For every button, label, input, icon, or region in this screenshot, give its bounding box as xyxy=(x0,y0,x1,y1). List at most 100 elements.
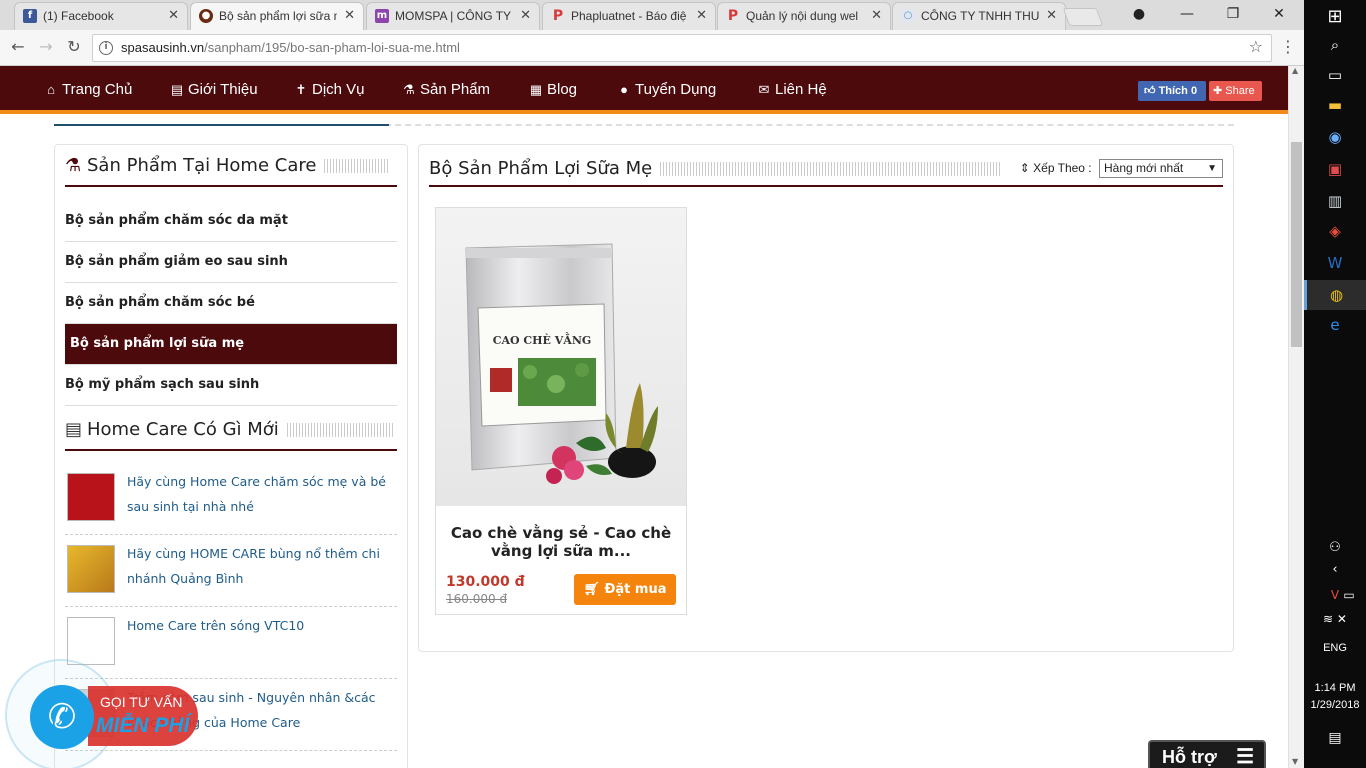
nav-home[interactable]: ⌂ Trang Chủ xyxy=(44,66,132,114)
product-card[interactable]: CAO CHÈ VẰNG Cao chè vằng sẻ - Cao chè v… xyxy=(435,207,687,615)
tab-congty[interactable]: ○ CÔNG TY TNHH THU ✕ xyxy=(892,2,1066,30)
word-icon[interactable]: W xyxy=(1304,254,1366,276)
nav-blog[interactable]: ▦ Blog xyxy=(529,66,577,114)
close-icon[interactable]: ✕ xyxy=(520,3,531,29)
product-name[interactable]: Cao chè vằng sẻ - Cao chè vằng lợi sữa m… xyxy=(446,524,676,560)
news-item[interactable]: Hãy cùng Home Care chăm sóc mẹ và bé sau… xyxy=(65,463,397,535)
sort-select[interactable]: Hàng mới nhất ▼ xyxy=(1099,159,1223,178)
call-widget[interactable]: ✆ GỌI TƯ VẤN MIỄN PHÍ xyxy=(0,650,210,768)
app-icon[interactable]: ◉ xyxy=(1304,128,1366,150)
hamburger-icon[interactable]: ☰ xyxy=(1236,742,1254,768)
category-item-active[interactable]: Bộ sản phẩm lợi sữa mẹ xyxy=(65,324,397,365)
news-title[interactable]: Hãy cùng HOME CARE bùng nổ thêm chi nhán… xyxy=(127,541,399,591)
call-label-1[interactable]: GỌI TƯ VẤN xyxy=(100,694,183,710)
reload-icon[interactable]: ↻ xyxy=(64,38,84,56)
call-label-2[interactable]: MIỄN PHÍ xyxy=(96,714,189,738)
notifications-icon[interactable]: ▤ xyxy=(1304,730,1366,750)
product-image[interactable]: CAO CHÈ VẰNG xyxy=(436,208,686,506)
nav-about[interactable]: ▤ Giới Thiệu xyxy=(170,66,258,114)
profile-icon[interactable]: ● xyxy=(1116,0,1162,28)
user-icon: ● xyxy=(620,82,628,97)
nav-label: Liên Hệ xyxy=(775,81,827,98)
site-icon: ● xyxy=(199,9,213,23)
nav-products[interactable]: ⚗ Sản Phẩm xyxy=(402,66,490,114)
phone-icon[interactable]: ✆ xyxy=(30,685,94,749)
file-explorer-icon[interactable]: ▬ xyxy=(1304,96,1366,118)
windows-start-icon[interactable]: ⊞ xyxy=(1304,6,1366,30)
category-item[interactable]: Bộ sản phẩm chăm sóc da mặt xyxy=(65,201,397,242)
pin-icon: ✝ xyxy=(295,82,307,97)
close-icon[interactable]: ✕ xyxy=(168,3,179,29)
news-item[interactable]: Hãy cùng HOME CARE bùng nổ thêm chi nhán… xyxy=(65,535,397,607)
info-icon[interactable]: i xyxy=(99,41,113,55)
scroll-up-icon[interactable]: ▲ xyxy=(1292,66,1298,75)
task-view-icon[interactable]: ▭ xyxy=(1304,66,1366,86)
bookmark-star-icon[interactable]: ☆ xyxy=(1249,37,1263,56)
close-icon[interactable]: ✕ xyxy=(344,3,355,29)
scroll-down-icon[interactable]: ▼ xyxy=(1292,757,1298,766)
sidebar-products-heading: ⚗ Sản Phẩm Tại Home Care xyxy=(65,145,397,187)
chrome-icon[interactable]: ◍ xyxy=(1304,280,1366,310)
tab-title: Phapluatnet - Báo điệ xyxy=(571,9,687,23)
chevron-down-icon: ▼ xyxy=(1207,163,1217,174)
support-label: Hỗ trợ xyxy=(1162,747,1217,767)
nav-label: Trang Chủ xyxy=(62,81,133,98)
minimize-icon[interactable]: — xyxy=(1164,0,1210,28)
restore-icon[interactable]: ❐ xyxy=(1210,0,1256,28)
chevron-left-icon[interactable]: ‹ xyxy=(1304,562,1366,582)
new-tab-button[interactable] xyxy=(1062,8,1104,26)
tab-momspa[interactable]: m MOMSPA | CÔNG TY ✕ xyxy=(366,2,540,30)
news-title[interactable]: Home Care trên sóng VTC10 xyxy=(127,613,399,638)
nav-label: Blog xyxy=(547,81,578,98)
flask-icon: ⚗ xyxy=(65,155,82,176)
forward-icon[interactable]: → xyxy=(36,38,56,56)
tab-current[interactable]: ● Bộ sản phẩm lợi sữa m ✕ xyxy=(190,2,364,30)
tab-quanly[interactable]: P Quản lý nội dung wel ✕ xyxy=(717,2,891,30)
network-icon[interactable]: ≋ ✕ xyxy=(1304,612,1366,632)
close-window-icon[interactable]: ✕ xyxy=(1256,0,1302,28)
tab-title: Bộ sản phẩm lợi sữa m xyxy=(219,9,337,23)
product-old-price: 160.000 đ xyxy=(446,592,508,606)
close-icon[interactable]: ✕ xyxy=(1046,3,1057,29)
scrollbar-thumb[interactable] xyxy=(1291,142,1302,347)
people-icon[interactable]: ⚇ xyxy=(1304,540,1366,560)
order-button[interactable]: 🛒︎ Đặt mua xyxy=(574,574,676,605)
support-tab[interactable]: Hỗ trợ ☰ xyxy=(1148,740,1266,768)
nav-careers[interactable]: ● Tuyển Dụng xyxy=(617,66,716,114)
product-price: 130.000 đ xyxy=(446,574,525,590)
edge-icon[interactable]: e xyxy=(1304,316,1366,338)
cart-icon: 🛒︎ xyxy=(583,582,605,597)
url-input[interactable]: i spasausinh.vn/sanpham/195/bo-san-pham-… xyxy=(92,34,1272,62)
news-thumbnail[interactable] xyxy=(67,473,115,521)
category-item[interactable]: Bộ mỹ phẩm sạch sau sinh xyxy=(65,365,397,406)
sidebar-news-heading: ▤ Home Care Có Gì Mới xyxy=(65,409,397,451)
language-indicator[interactable]: ENG xyxy=(1304,642,1366,654)
building-icon: ▤ xyxy=(65,419,83,440)
back-icon[interactable]: ← xyxy=(8,38,28,56)
facebook-like-button[interactable]: 👍︎ Thích 0 xyxy=(1138,81,1206,101)
tab-facebook[interactable]: f (1) Facebook ✕ xyxy=(14,2,188,30)
news-title[interactable]: Hãy cùng Home Care chăm sóc mẹ và bé sau… xyxy=(127,469,399,519)
category-item[interactable]: Bộ sản phẩm chăm sóc bé xyxy=(65,283,397,324)
notes-icon[interactable]: ▥ xyxy=(1304,192,1366,214)
close-icon[interactable]: ✕ xyxy=(696,3,707,29)
battery-icon[interactable]: ▭ xyxy=(1318,588,1366,608)
nav-contact[interactable]: ✉ Liên Hệ xyxy=(757,66,827,114)
browser-chrome: f (1) Facebook ✕ ● Bộ sản phẩm lợi sữa m… xyxy=(0,0,1304,66)
clock[interactable]: 1:14 PM 1/29/2018 xyxy=(1304,680,1366,714)
category-item[interactable]: Bộ sản phẩm giảm eo sau sinh xyxy=(65,242,397,283)
nav-services[interactable]: ✝ Dịch Vụ xyxy=(294,66,365,114)
menu-icon[interactable]: ⋮ xyxy=(1280,38,1296,56)
product-listing: Bộ Sản Phẩm Lợi Sữa Mẹ ⇕ Xếp Theo : Hàng… xyxy=(418,144,1234,652)
app-icon[interactable]: ▣ xyxy=(1304,160,1366,182)
tab-phapluat[interactable]: P Phapluatnet - Báo điệ ✕ xyxy=(542,2,716,30)
news-thumbnail[interactable] xyxy=(67,545,115,593)
url-host: spasausinh.vn xyxy=(121,40,205,55)
app-icon[interactable]: ◈ xyxy=(1304,222,1366,244)
share-button[interactable]: ✚ Share xyxy=(1209,81,1262,101)
search-icon[interactable]: ⌕ xyxy=(1304,36,1366,58)
close-icon[interactable]: ✕ xyxy=(871,3,882,29)
package-label: CAO CHÈ VẰNG xyxy=(493,332,592,347)
nav-label: Tuyển Dụng xyxy=(635,81,717,98)
page-scrollbar[interactable]: ▲ ▼ xyxy=(1288,66,1304,768)
